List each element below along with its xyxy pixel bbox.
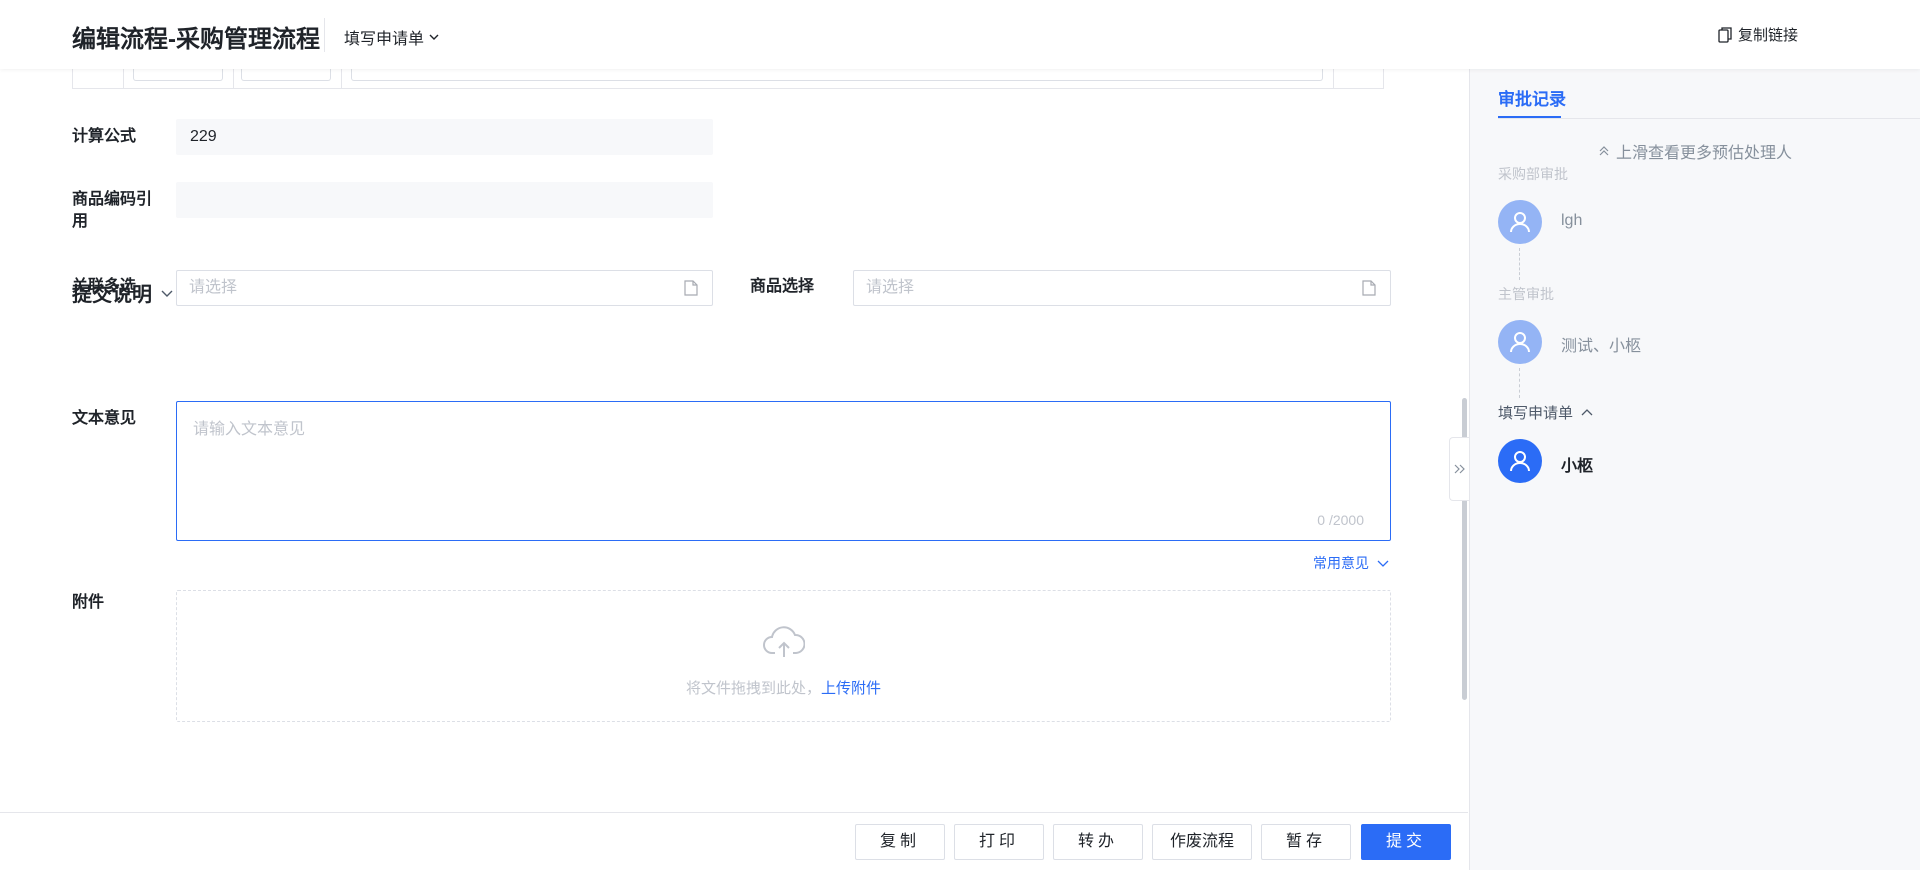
- submit-button[interactable]: 提交: [1361, 824, 1451, 860]
- common-opinion-label: 常用意见: [1313, 555, 1369, 571]
- page-title: 编辑流程-采购管理流程: [72, 26, 320, 53]
- table-cell-divider: [1333, 69, 1334, 88]
- node-assignee: 小柩: [1561, 458, 1594, 475]
- timeline-connector: [1519, 368, 1520, 398]
- avatar: [1498, 200, 1542, 244]
- table-mini-input[interactable]: [351, 69, 1323, 81]
- upload-hint-text: 将文件拖拽到此处，: [685, 680, 821, 697]
- user-icon: [1510, 212, 1530, 233]
- copy-icon: [1718, 26, 1732, 43]
- table-cell-divider: [341, 69, 342, 88]
- upload-dropzone[interactable]: 将文件拖拽到此处，上传附件: [176, 590, 1391, 722]
- copy-link-button[interactable]: 复制链接: [1718, 24, 1798, 45]
- avatar: [1498, 439, 1542, 483]
- approval-panel: 审批记录 上滑查看更多预估处理人 采购部审批 lgh 主管审批 测试、小柩 填写…: [1469, 69, 1920, 870]
- table-mini-select[interactable]: [241, 69, 331, 81]
- copy-button[interactable]: 复制: [855, 824, 945, 860]
- section-title: 提交说明: [72, 284, 152, 306]
- product-select-placeholder: 请选择: [866, 279, 915, 296]
- void-flow-button[interactable]: 作废流程: [1152, 824, 1252, 860]
- stage-label: 填写申请单: [344, 31, 425, 48]
- table-cell-divider: [233, 69, 234, 88]
- stage-dropdown[interactable]: 填写申请单: [344, 25, 440, 49]
- common-opinion-dropdown[interactable]: 常用意见: [1313, 553, 1389, 573]
- code-ref-label-line2: 用: [72, 213, 89, 230]
- scroll-more-text: 上滑查看更多预估处理人: [1616, 145, 1793, 162]
- panel-collapse-handle[interactable]: [1449, 437, 1469, 501]
- code-ref-value: [176, 182, 713, 218]
- chevron-down-icon: [1377, 560, 1389, 567]
- user-icon: [1510, 332, 1530, 353]
- transfer-button[interactable]: 转办: [1053, 824, 1143, 860]
- node-assignee: lgh: [1561, 212, 1583, 229]
- product-select-label: 商品选择: [750, 278, 815, 295]
- chevron-down-icon: [161, 290, 173, 297]
- table-mini-select[interactable]: [133, 69, 223, 81]
- code-ref-label-line1: 商品编码引: [72, 191, 153, 208]
- save-draft-button[interactable]: 暂存: [1261, 824, 1351, 860]
- document-icon: [1362, 280, 1376, 296]
- document-icon: [684, 280, 698, 296]
- opinion-label: 文本意见: [72, 410, 137, 427]
- upload-hint: 将文件拖拽到此处，上传附件: [177, 677, 1390, 698]
- node-title: 填写申请单: [1498, 405, 1574, 422]
- formula-label: 计算公式: [72, 128, 137, 145]
- node-title-toggle[interactable]: 填写申请单: [1498, 402, 1593, 423]
- node-assignee: 测试、小柩: [1561, 338, 1642, 355]
- double-chevron-up-icon: [1599, 146, 1609, 156]
- scroll-more-hint[interactable]: 上滑查看更多预估处理人: [1598, 139, 1792, 163]
- opinion-placeholder: 请输入文本意见: [193, 421, 306, 438]
- opinion-textarea[interactable]: 请输入文本意见 0 /2000: [176, 401, 1391, 541]
- avatar: [1498, 320, 1542, 364]
- upload-link[interactable]: 上传附件: [821, 680, 881, 697]
- submit-section-toggle[interactable]: 提交说明: [72, 278, 174, 307]
- print-button[interactable]: 打印: [954, 824, 1044, 860]
- cloud-upload-icon: [763, 626, 805, 657]
- partial-table-row: [72, 69, 1384, 89]
- header-divider: [324, 18, 325, 52]
- tab-approval-records[interactable]: 审批记录: [1498, 85, 1566, 110]
- node-title: 主管审批: [1498, 286, 1554, 302]
- multi-select-placeholder: 请选择: [189, 279, 238, 296]
- chevron-down-icon: [429, 34, 439, 40]
- action-bar: 复制 打印 转办 作废流程 暂存 提交: [0, 812, 1468, 870]
- timeline-connector: [1519, 248, 1520, 280]
- double-chevron-right-icon: [1454, 464, 1465, 474]
- table-cell-divider: [123, 69, 124, 88]
- product-select-field[interactable]: 请选择: [853, 270, 1391, 306]
- copy-link-label: 复制链接: [1738, 27, 1799, 44]
- attachment-label: 附件: [72, 594, 105, 611]
- formula-value: 229: [176, 119, 713, 155]
- char-count: 0 /2000: [1317, 512, 1364, 528]
- multi-select-field[interactable]: 请选择: [176, 270, 713, 306]
- top-header: 编辑流程-采购管理流程 填写申请单 复制链接: [0, 0, 1920, 69]
- node-title: 采购部审批: [1498, 166, 1568, 182]
- chevron-up-icon: [1581, 408, 1593, 415]
- user-icon: [1510, 451, 1530, 472]
- code-ref-label: 商品编码引 用: [72, 189, 152, 233]
- tab-border: [1498, 118, 1920, 119]
